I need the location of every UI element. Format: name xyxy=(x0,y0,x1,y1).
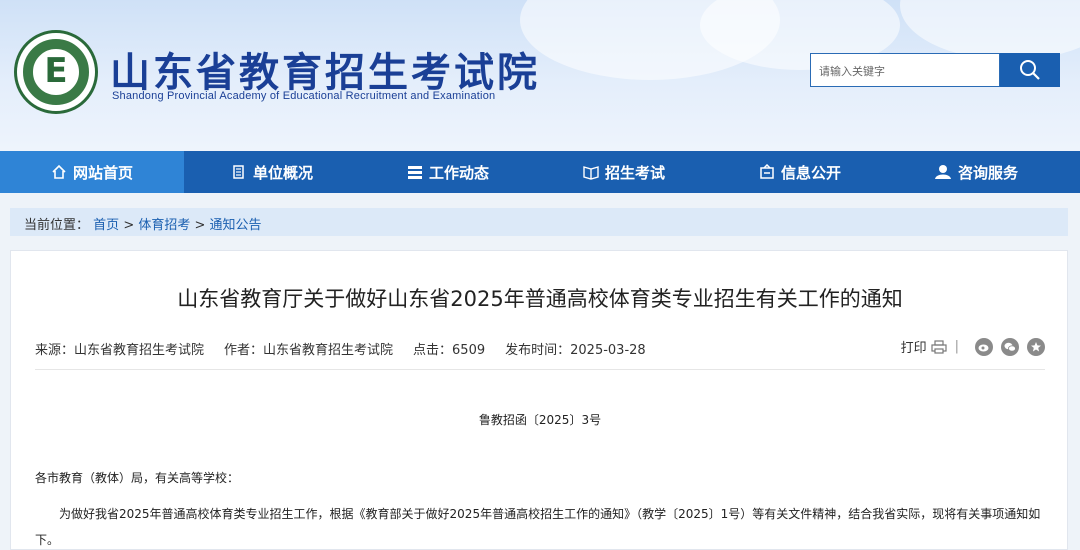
breadcrumb-separator: > xyxy=(123,218,139,233)
meta-source: 来源：山东省教育招生考试院 xyxy=(35,343,205,358)
book-icon xyxy=(583,166,599,180)
article-meta: 来源：山东省教育招生考试院 作者：山东省教育招生考试院 点击：6509 发布时间… xyxy=(35,339,666,358)
article-panel: 山东省教育厅关于做好山东省2025年普通高校体育类专业招生有关工作的通知 来源：… xyxy=(10,250,1068,550)
nav-item-home[interactable]: 网站首页 xyxy=(0,151,184,193)
nav-label: 招生考试 xyxy=(604,163,665,182)
wechat-share-button[interactable] xyxy=(1001,337,1019,356)
article-greeting: 各市教育（教体）局，有关高等学校： xyxy=(35,471,240,485)
breadcrumb-prefix: 当前位置： xyxy=(24,218,90,233)
breadcrumb-link-home[interactable]: 首页 xyxy=(93,218,119,233)
site-logo[interactable]: E xyxy=(14,30,98,114)
logo-letter: E xyxy=(44,51,68,91)
document-number: 鲁教招函〔2025〕3号 xyxy=(478,413,602,427)
article-tools: 打印 | xyxy=(901,337,1045,356)
nav-label: 信息公开 xyxy=(780,163,841,182)
wechat-icon xyxy=(1004,342,1016,352)
print-label[interactable]: 打印 xyxy=(901,337,927,356)
nav-item-about[interactable]: 单位概况 xyxy=(184,151,360,193)
cloud-decoration xyxy=(900,0,1080,60)
user-service-icon xyxy=(934,165,951,179)
nav-item-disclosure[interactable]: 信息公开 xyxy=(712,151,888,193)
breadcrumb-link-notices[interactable]: 通知公告 xyxy=(210,218,262,233)
site-header: E 山东省教育招生考试院 Shandong Provincial Academy… xyxy=(0,0,1080,151)
nav-label: 咨询服务 xyxy=(957,163,1018,182)
weibo-icon xyxy=(978,344,989,351)
info-icon xyxy=(760,164,774,179)
breadcrumb-separator: > xyxy=(194,218,210,233)
breadcrumb: 当前位置： 首页 > 体育招考 > 通知公告 xyxy=(10,208,1068,236)
nav-item-consult[interactable]: 咨询服务 xyxy=(888,151,1064,193)
article-title: 山东省教育厅关于做好山东省2025年普通高校体育类专业招生有关工作的通知 xyxy=(177,287,903,311)
printer-icon[interactable] xyxy=(931,339,947,354)
meta-clicks: 点击：6509 xyxy=(413,343,486,358)
nav-label: 网站首页 xyxy=(72,163,133,182)
meta-date: 发布时间：2025-03-28 xyxy=(505,343,646,358)
search-button[interactable] xyxy=(1000,53,1060,87)
building-icon xyxy=(233,165,244,179)
tools-divider: | xyxy=(954,339,959,354)
nav-item-exams[interactable]: 招生考试 xyxy=(536,151,712,193)
weibo-share-button[interactable] xyxy=(975,337,993,356)
search-input[interactable]: 请输入关键字 xyxy=(810,53,1000,87)
article-body: 为做好我省2025年普通高校体育类专业招生工作，根据《教育部关于做好2025年普… xyxy=(35,507,1041,547)
meta-author: 作者：山东省教育招生考试院 xyxy=(224,343,394,358)
home-icon xyxy=(52,164,66,179)
nav-item-news[interactable]: 工作动态 xyxy=(360,151,536,193)
list-icon xyxy=(407,166,422,179)
main-nav: 网站首页 单位概况 工作动态 招生考试 信息公开 咨询服务 xyxy=(0,151,1080,193)
meta-divider xyxy=(35,369,1045,370)
star-icon xyxy=(1031,341,1041,351)
favorite-button[interactable] xyxy=(1027,337,1045,356)
search-icon xyxy=(1020,60,1040,80)
nav-label: 工作动态 xyxy=(428,163,489,182)
breadcrumb-link-sports[interactable]: 体育招考 xyxy=(138,218,190,233)
site-subtitle: Shandong Provincial Academy of Education… xyxy=(112,90,496,102)
nav-label: 单位概况 xyxy=(252,163,313,182)
